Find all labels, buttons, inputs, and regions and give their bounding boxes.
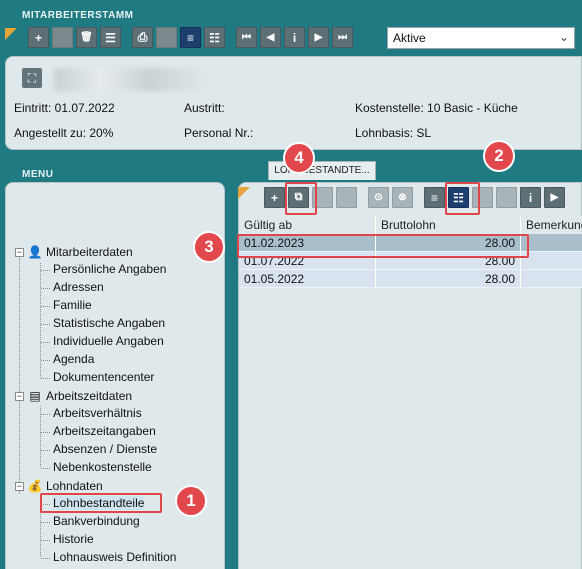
menu-item-familie[interactable]: Familie — [53, 298, 92, 312]
kostenstelle-field: Kostenstelle: 10 Basic - Küche — [355, 101, 518, 115]
austritt-field: Austritt: — [184, 101, 225, 115]
expand-icon[interactable]: ⛶ — [22, 68, 42, 88]
section-title-mitarbeiterstamm: MITARBEITERSTAMM — [22, 10, 134, 21]
cancel-disabled-button[interactable]: ⊗ — [392, 187, 413, 208]
first-record-button[interactable]: ⏮ — [236, 27, 257, 48]
person-icon: 👤 — [27, 245, 43, 259]
cell-amount: 28.00 — [376, 270, 521, 287]
menu-item-arbeitsverhaeltnis[interactable]: Arbeitsverhältnis — [53, 406, 142, 420]
info-button[interactable]: i — [284, 27, 305, 48]
lohnbasis-field: Lohnbasis: SL — [355, 126, 432, 140]
previous-record-button[interactable]: ◀ — [260, 27, 281, 48]
calendar-icon: ▤ — [29, 389, 41, 403]
next-record-icon: ▶ — [314, 32, 323, 43]
annotation-badge-2: 2 — [483, 140, 515, 172]
status-filter-value: Aktive — [393, 31, 426, 45]
print-button[interactable]: ⎙ — [132, 27, 153, 48]
first-record-icon: ⏮ — [242, 32, 251, 43]
main-toolbar: + 🗑 ☰ ⎙ ≡ ☷ ⏮ ◀ i ▶ ⏭ — [28, 27, 353, 48]
info-icon: i — [528, 190, 533, 205]
align-left-icon: ≡ — [430, 190, 438, 205]
next-record-button[interactable]: ▶ — [308, 27, 329, 48]
personal-nr-field: Personal Nr.: — [184, 126, 254, 140]
add-button[interactable]: + — [264, 187, 285, 208]
menu-item-absenzen-dienste[interactable]: Absenzen / Dienste — [53, 442, 157, 456]
tree-group-label: Lohndaten — [46, 479, 103, 493]
highlight-first-row — [237, 234, 529, 258]
highlight-lohnbestandteile — [40, 493, 162, 513]
angestellt-field: Angestellt zu: 20% — [14, 126, 114, 140]
check-circle-icon: ⊙ — [374, 192, 383, 203]
menu-item-adressen[interactable]: Adressen — [53, 280, 104, 294]
menu-item-nebenkostenstelle[interactable]: Nebenkostenstelle — [53, 460, 152, 474]
column-header-gueltig-ab[interactable]: Gültig ab — [239, 216, 376, 234]
highlight-list-view-button — [445, 182, 480, 215]
annotation-badge-1: 1 — [175, 485, 207, 517]
column-header-bemerkung[interactable]: Bemerkung — [521, 216, 582, 234]
list-view-button[interactable]: ☷ — [204, 27, 225, 48]
next-icon: ▶ — [550, 192, 559, 203]
eintritt-field: Eintritt: 01.07.2022 — [14, 101, 115, 115]
cell-remark — [521, 234, 582, 251]
detail-view-button[interactable]: ≡ — [180, 27, 201, 48]
cancel-circle-icon: ⊗ — [398, 192, 407, 203]
content-corner-marker — [238, 187, 250, 199]
chevron-down-icon: ⌄ — [558, 30, 569, 44]
confirm-disabled-button[interactable]: ⊙ — [368, 187, 389, 208]
menu-item-dokumentencenter[interactable]: Dokumentencenter — [53, 370, 154, 384]
section-title-menu: MENU — [22, 169, 54, 180]
last-record-icon: ⏭ — [338, 32, 347, 43]
tree-group-arbeitszeitdaten[interactable]: − ▤ Arbeitszeitdaten — [15, 388, 132, 404]
status-filter-dropdown[interactable]: Aktive ⌄ — [387, 27, 575, 49]
disabled-button-2[interactable] — [336, 187, 357, 208]
table-row[interactable]: 01.05.2022 28.00 — [239, 270, 582, 288]
money-icon: 💰 — [27, 479, 43, 493]
align-left-icon: ≡ — [186, 30, 194, 45]
delete-button[interactable]: 🗑 — [76, 27, 97, 48]
menu-item-historie[interactable]: Historie — [53, 532, 94, 546]
cell-remark — [521, 270, 582, 287]
trash-icon: 🗑 — [80, 32, 93, 43]
menu-item-individuelle-angaben[interactable]: Individuelle Angaben — [53, 334, 164, 348]
disabled-button-4[interactable] — [496, 187, 517, 208]
panel-corner-marker — [5, 28, 17, 40]
collapse-icon[interactable]: − — [15, 481, 24, 491]
detail-view-button[interactable]: ≡ — [424, 187, 445, 208]
list-icon: ☷ — [209, 30, 220, 45]
menu-item-persoenliche-angaben[interactable]: Persönliche Angaben — [53, 262, 166, 276]
menu-item-arbeitszeitangaben[interactable]: Arbeitszeitangaben — [53, 424, 156, 438]
cell-remark — [521, 252, 582, 269]
menu-item-agenda[interactable]: Agenda — [53, 352, 94, 366]
menu-item-bankverbindung[interactable]: Bankverbindung — [53, 514, 140, 528]
highlight-copy-button — [285, 182, 317, 215]
info-button[interactable]: i — [520, 187, 541, 208]
last-record-button[interactable]: ⏭ — [332, 27, 353, 48]
print-icon: ⎙ — [137, 30, 148, 44]
blank-button[interactable] — [52, 27, 73, 48]
tree-group-label: Mitarbeiterdaten — [46, 245, 133, 259]
menu-item-lohnausweis-definition[interactable]: Lohnausweis Definition — [53, 550, 176, 564]
employee-summary-panel: ⛶ Eintritt: 01.07.2022 Austritt: Kostens… — [5, 56, 582, 150]
cell-date: 01.05.2022 — [239, 270, 376, 287]
column-header-bruttolohn[interactable]: Bruttolohn — [376, 216, 521, 234]
info-icon: i — [292, 30, 297, 45]
previous-record-icon: ◀ — [266, 32, 275, 43]
blank-button-2[interactable] — [156, 27, 177, 48]
annotation-badge-4: 4 — [283, 142, 315, 174]
list-filter-icon: ☰ — [105, 30, 116, 45]
collapse-icon[interactable]: − — [15, 391, 24, 401]
tree-group-mitarbeiterdaten[interactable]: − 👤 Mitarbeiterdaten — [15, 244, 133, 260]
annotation-badge-3: 3 — [193, 231, 225, 263]
employee-name-redacted — [54, 68, 212, 91]
grid-header: Gültig ab Bruttolohn Bemerkung — [239, 216, 582, 234]
tree-group-label: Arbeitszeitdaten — [46, 389, 133, 403]
tree-group-lohndaten[interactable]: − 💰 Lohndaten — [15, 478, 103, 494]
filter-list-button[interactable]: ☰ — [100, 27, 121, 48]
next-button[interactable]: ▶ — [544, 187, 565, 208]
collapse-icon[interactable]: − — [15, 247, 24, 257]
menu-item-statistische-angaben[interactable]: Statistische Angaben — [53, 316, 165, 330]
add-button[interactable]: + — [28, 27, 49, 48]
